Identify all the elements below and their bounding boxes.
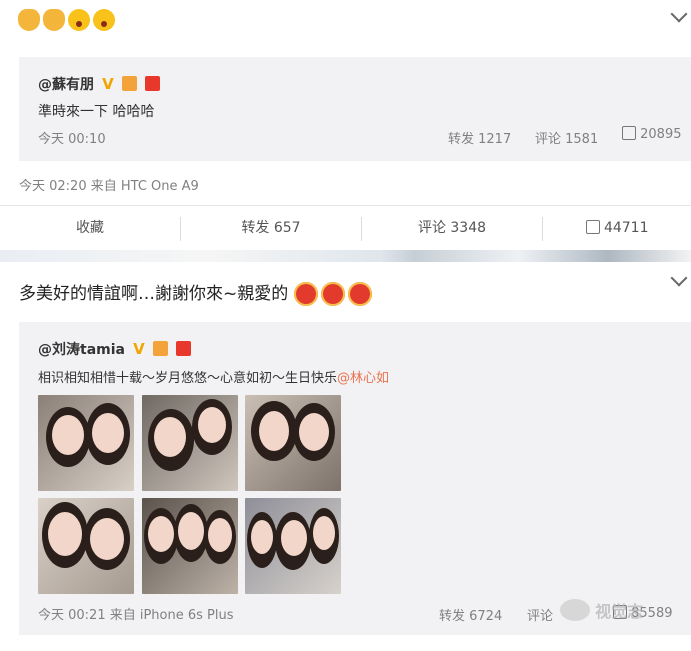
- post1-meta[interactable]: 今天 02:20 来自 HTC One A9: [19, 175, 199, 194]
- like-button[interactable]: 44711: [543, 206, 691, 250]
- repost-like-count: 20895: [640, 127, 682, 142]
- post1-repost-card: @蘇有朋 V 準時來一下 哈哈哈 今天 00:10 转发 1217 评论 158…: [19, 57, 691, 161]
- repost-repost-link[interactable]: 转发 6724: [439, 605, 502, 624]
- surprised-face-icon: [93, 9, 115, 31]
- photo-thumbnail[interactable]: [142, 498, 238, 594]
- favorite-button[interactable]: 收藏: [0, 206, 180, 250]
- rock-hand-icon: [18, 9, 40, 31]
- repost-repost-link[interactable]: 转发 1217: [448, 128, 511, 147]
- heart-icon: [293, 282, 318, 306]
- repost-user-row: @刘涛tamia V: [38, 339, 191, 359]
- red-packet-icon: [144, 76, 160, 91]
- gift-icon: [121, 76, 137, 91]
- repost-text: 準時來一下 哈哈哈: [38, 104, 155, 120]
- verified-badge-icon: V: [102, 75, 114, 93]
- repost-comment-link[interactable]: 评论: [527, 605, 553, 624]
- red-packet-icon: [175, 341, 191, 356]
- photo-thumbnail[interactable]: [245, 395, 341, 491]
- image-strip: [0, 250, 691, 262]
- rock-hand-icon: [43, 9, 65, 31]
- repost-user-row: @蘇有朋 V: [38, 74, 160, 94]
- watermark: 视觉志: [560, 598, 643, 622]
- repost-text: 相识相知相惜十载～岁月悠悠～心意如初～生日快乐: [38, 371, 338, 386]
- chevron-down-icon[interactable]: [670, 269, 688, 287]
- heart-icon: [320, 282, 345, 306]
- post1-emoji-row: [18, 9, 118, 31]
- watermark-text: 视觉志: [595, 602, 644, 621]
- comment-button[interactable]: 评论 3348: [362, 206, 542, 250]
- verified-badge-icon: V: [133, 340, 145, 358]
- post2-repost-card: @刘涛tamia V 相识相知相惜十载～岁月悠悠～心意如初～生日快乐@林心如 今…: [19, 322, 691, 635]
- repost-time-source[interactable]: 今天 00:21 来自 iPhone 6s Plus: [38, 604, 234, 623]
- post2-text-row: 多美好的情誼啊…謝謝你來~親愛的: [19, 279, 375, 306]
- photo-thumbnail[interactable]: [245, 498, 341, 594]
- thumbs-up-icon: [585, 220, 600, 234]
- repost-username[interactable]: @蘇有朋: [38, 77, 94, 93]
- repost-comment-link[interactable]: 评论 1581: [535, 128, 598, 147]
- heart-icon: [347, 282, 372, 306]
- thumbs-up-icon: [622, 126, 636, 140]
- post2-text: 多美好的情誼啊…謝謝你來~親愛的: [19, 284, 289, 304]
- photo-thumbnail[interactable]: [142, 395, 238, 491]
- repost-username[interactable]: @刘涛tamia: [38, 342, 125, 358]
- photo-thumbnail[interactable]: [38, 395, 134, 491]
- repost-like-button[interactable]: 20895: [622, 126, 682, 142]
- wechat-logo-icon: [560, 599, 590, 621]
- repost-text-row: 相识相知相惜十载～岁月悠悠～心意如初～生日快乐@林心如: [38, 367, 389, 386]
- like-count: 44711: [603, 220, 649, 236]
- chevron-down-icon[interactable]: [670, 5, 688, 23]
- surprised-face-icon: [68, 9, 90, 31]
- repost-button[interactable]: 转发 657: [181, 206, 361, 250]
- gift-icon: [152, 341, 168, 356]
- post1-action-bar: 收藏 转发 657 评论 3348 44711: [0, 205, 691, 251]
- repost-time[interactable]: 今天 00:10: [38, 128, 106, 147]
- photo-thumbnail[interactable]: [38, 498, 134, 594]
- mention-link[interactable]: @林心如: [337, 371, 389, 386]
